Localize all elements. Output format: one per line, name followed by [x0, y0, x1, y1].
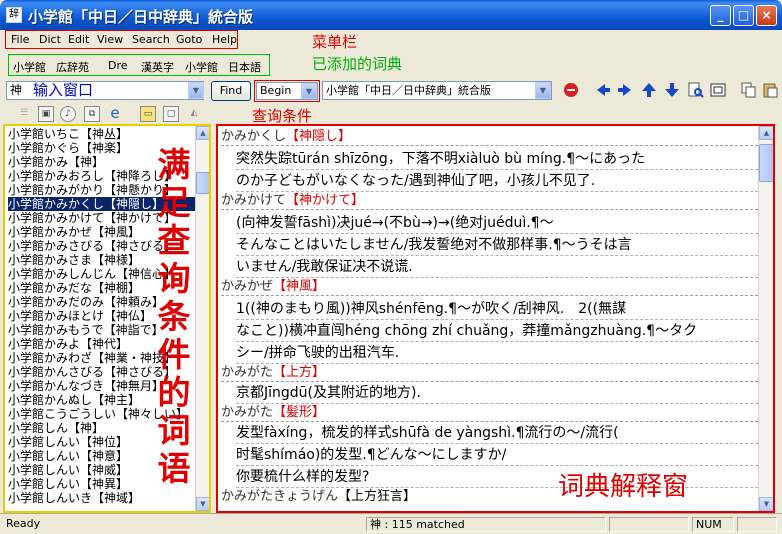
status-num: NUM [692, 517, 734, 532]
def-scroll-up-button[interactable]: ▲ [759, 126, 773, 140]
memo-icon[interactable]: ▢ [163, 106, 179, 122]
dictionary-dropdown-arrow[interactable]: ▼ [535, 82, 551, 99]
audio-icon[interactable]: ♪ [60, 106, 76, 122]
entry-headword: かみがた【髪形】 [221, 404, 758, 422]
entry-definition: 1((神のまもり風))神风shénfēng.¶～が吹く/刮神风. 2((無謀 な… [236, 298, 758, 364]
def-line: のか子どもがいなくなった/遇到神仙了吧，小孩儿不见了. [236, 170, 758, 192]
headword-kanji: 【上方狂言】 [338, 489, 417, 504]
entry-definition: 京都Jīngdū(及其附近的地方). [236, 382, 758, 404]
ie-browser-icon[interactable]: e [107, 106, 123, 122]
dicts-annotation: 已添加的词典 [312, 55, 403, 73]
menu-edit[interactable]: Edit [68, 33, 89, 46]
headword-kana: かみがた [221, 365, 274, 380]
search-input-dropdown-arrow[interactable]: ▼ [188, 82, 204, 99]
headword-kanji: 【神かけて】 [286, 193, 365, 208]
headword-kanji: 【神隠し】 [286, 129, 352, 144]
status-match-count: 神 : 115 matched [366, 517, 606, 532]
def-line: なこと))横冲直闯héng chōng zhí chuǎng，莽撞mǎngzhu… [236, 320, 758, 342]
dict-tab-shogakukan[interactable]: 小学館 [13, 59, 46, 75]
search-doc-icon[interactable] [688, 82, 704, 98]
dict-tab-shogakukan-2[interactable]: 小学館 [185, 59, 218, 75]
next-arrow-icon[interactable] [617, 82, 633, 98]
def-line: 发型fàxíng，梳发的样式shūfà de yàngshì.¶流行の～/流行( [236, 422, 758, 444]
scroll-thumb[interactable] [196, 172, 209, 194]
scroll-down-button[interactable]: ▼ [196, 497, 209, 511]
headword-kana: かみがたきょうげん [221, 489, 339, 504]
paste-icon[interactable] [762, 82, 778, 98]
list-view-icon[interactable]: ☰ [16, 106, 32, 122]
headword-kana: かみかぜ [221, 279, 274, 294]
status-ready: Ready [6, 517, 41, 530]
window-title: 小学館「中日／日中辞典」統合版 [28, 8, 254, 26]
dictionary-select[interactable]: 小学館「中日／日中辞典」統合版 [322, 81, 552, 100]
def-line: 京都Jīngdū(及其附近的地方). [236, 382, 758, 404]
definition-scrollbar[interactable]: ▲ ▼ [758, 126, 773, 511]
status-bar: Ready 神 : 115 matched NUM [0, 513, 782, 534]
dict-tab-kaneiji[interactable]: 漢英字 [141, 59, 174, 75]
def-line: 时髦shímáo)的发型.¶どんな～にしますか/ [236, 444, 758, 466]
maximize-button[interactable]: □ [733, 5, 754, 26]
menu-search[interactable]: Search [132, 33, 170, 46]
entry-headword: かみかぜ【神風】 [221, 278, 758, 296]
status-extra [737, 517, 777, 532]
headword-kanji: 【上方】 [273, 365, 326, 380]
copy-entry-icon[interactable]: ⧉ [84, 106, 100, 122]
copy-icon[interactable] [741, 82, 757, 98]
def-line: いません/我敢保证决不说谎. [236, 256, 758, 278]
prev-arrow-icon[interactable] [595, 82, 611, 98]
def-line: 1((神のまもり風))神风shénfēng.¶～が吹く/刮神风. 2((無謀 [236, 298, 758, 320]
word-list-annotation: 满足查询条件的词语 [157, 145, 191, 488]
down-arrow-icon[interactable] [664, 82, 680, 98]
menubar-annotation: 菜单栏 [312, 33, 358, 51]
eraser-icon[interactable]: ◭ [186, 106, 202, 122]
up-arrow-icon[interactable] [641, 82, 657, 98]
minimize-button[interactable]: _ [710, 5, 731, 26]
definition-panel[interactable]: かみかくし【神隠し】 突然失踪tūrán shīzōng，下落不明xiàluò … [216, 124, 775, 513]
menu-help[interactable]: Help [212, 33, 237, 46]
def-line: 突然失踪tūrán shīzōng，下落不明xiàluò bù míng.¶～に… [236, 148, 758, 170]
scroll-up-button[interactable]: ▲ [196, 126, 209, 140]
dict-tab-nihongo[interactable]: 日本語 [228, 59, 261, 75]
entry-definition: (向神发誓fāshì)决jué→(不bù→)→(绝对juéduì.¶～ そんなこ… [236, 212, 758, 278]
image-icon[interactable]: ▣ [38, 106, 54, 122]
def-scroll-thumb[interactable] [759, 144, 773, 182]
headword-kana: かみかけて [221, 193, 287, 208]
dict-tab-kojien[interactable]: 広辞苑 [56, 59, 89, 75]
menu-goto[interactable]: Goto [176, 33, 202, 46]
def-line: (向神发誓fāshì)决jué→(不bù→)→(绝对juéduì.¶～ [236, 212, 758, 234]
condition-dropdown-arrow[interactable]: ▼ [301, 83, 317, 99]
menu-file[interactable]: File [11, 33, 29, 46]
def-line: そんなことはいたしません/我发誓绝对不做那样事.¶～うそは言 [236, 234, 758, 256]
stop-icon[interactable] [563, 82, 579, 98]
search-input-value: 神 [10, 83, 23, 97]
search-condition-annotation: 查询条件 [252, 107, 313, 125]
entry-definition: 突然失踪tūrán shīzōng，下落不明xiàluò bù míng.¶～に… [236, 148, 758, 192]
fullscreen-icon[interactable] [710, 82, 726, 98]
title-bar: 辞 小学館「中日／日中辞典」統合版 _ □ × [0, 0, 782, 30]
menu-dict[interactable]: Dict [39, 33, 61, 46]
app-icon[interactable]: 辞 [6, 7, 22, 23]
list-item[interactable]: 小学館いちこ【神丛】 [8, 127, 196, 141]
entry-headword: かみかけて【神かけて】 [221, 192, 758, 210]
headword-kanji: 【神風】 [273, 279, 326, 294]
status-empty [609, 517, 689, 532]
dict-tab-dre[interactable]: Dre [108, 59, 128, 72]
find-button[interactable]: Find [211, 81, 251, 101]
list-item[interactable]: 小学館しんいき【神域】 [8, 491, 196, 505]
note-icon[interactable]: ▭ [140, 106, 156, 122]
definition-annotation: 词典解释窗 [558, 472, 689, 502]
def-line: シー/拼命飞驶的出租汽车. [236, 342, 758, 364]
input-window-annotation: 输入窗口 [33, 81, 94, 99]
entry-headword: かみがた【上方】 [221, 364, 758, 382]
def-scroll-down-button[interactable]: ▼ [759, 497, 773, 511]
entry-headword: かみかくし【神隠し】 [221, 128, 758, 146]
menu-view[interactable]: View [97, 33, 123, 46]
headword-kana: かみがた [221, 405, 274, 420]
headword-kana: かみかくし [221, 129, 287, 144]
headword-kanji: 【髪形】 [273, 405, 326, 420]
close-button[interactable]: × [756, 5, 777, 26]
search-input[interactable]: 神 输入窗口 [6, 81, 204, 100]
